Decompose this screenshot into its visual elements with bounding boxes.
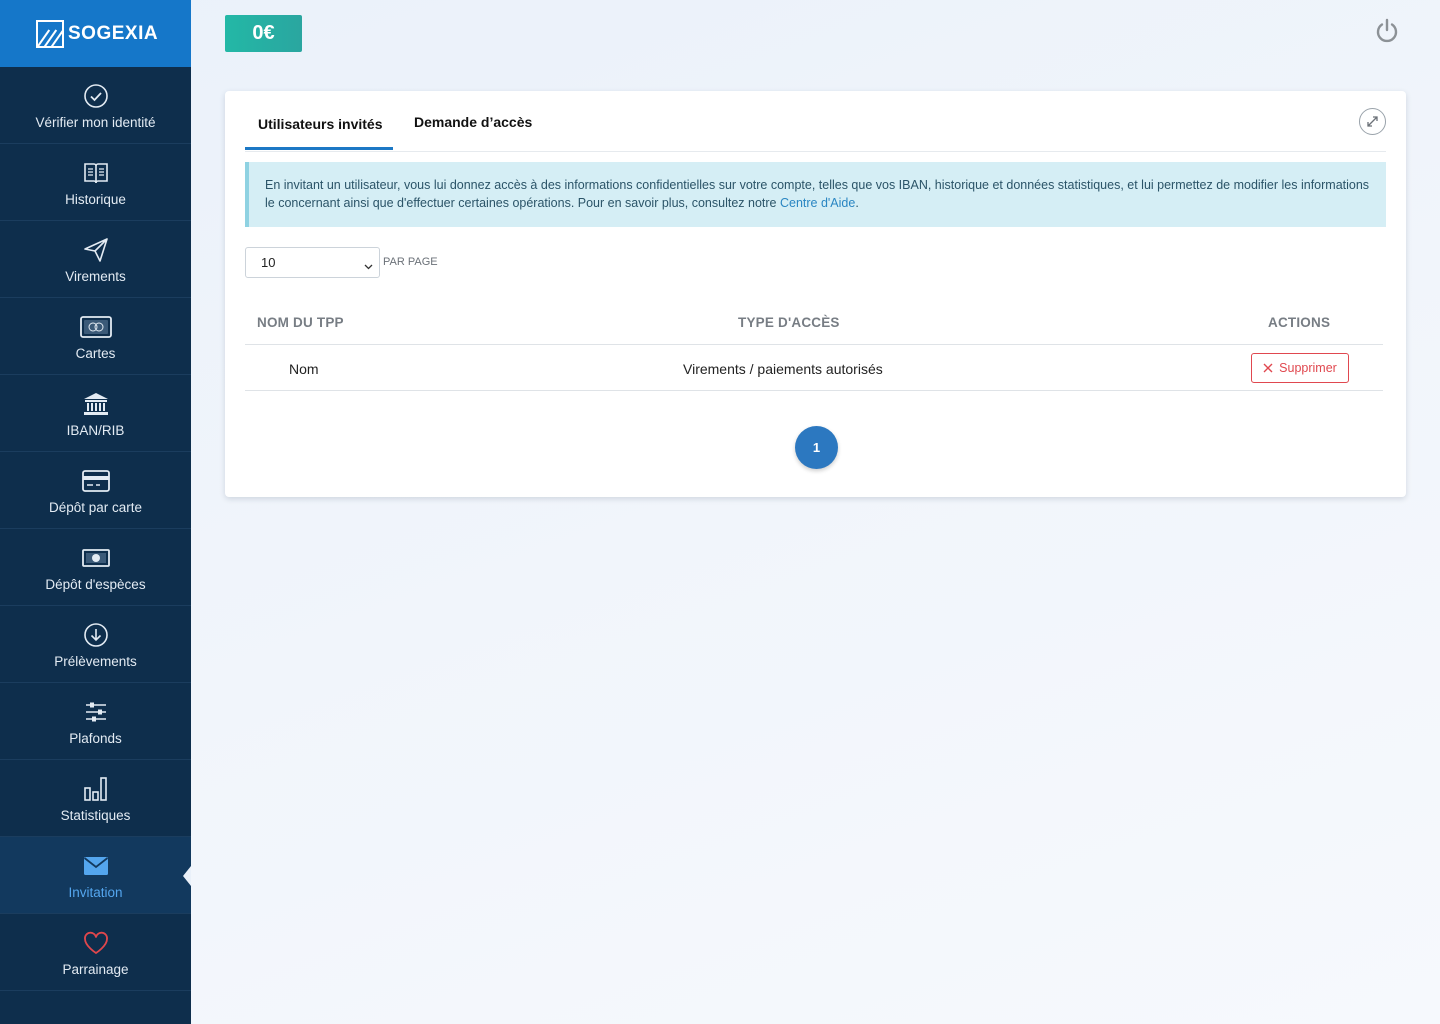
per-page-select[interactable]: 10 [245,247,380,278]
delete-label: Supprimer [1279,361,1337,375]
sidebar-item-label: Statistiques [60,807,131,823]
logo-mark-icon [36,19,64,48]
envelope-icon [83,851,109,881]
sidebar-item-label: Virements [65,268,126,284]
sidebar-item-historique[interactable]: Historique [0,144,191,221]
per-page-value: 10 [261,255,276,270]
tab-utilisateurs-invites[interactable]: Utilisateurs invités [258,116,383,132]
sidebar-item-label: Dépôt par carte [48,499,143,515]
power-icon[interactable] [1374,18,1400,44]
sidebar-item-depot-carte[interactable]: Dépôt par carte [0,452,191,529]
sidebar-item-label: Plafonds [69,730,122,746]
heart-icon [83,928,109,958]
sidebar-item-label: Historique [65,191,126,207]
tab-demande-acces[interactable]: Demande d’accès [414,114,532,130]
column-header-type-acces[interactable]: TYPE D'ACCÈS [738,315,840,330]
sidebar-item-parrainage[interactable]: Parrainage [0,914,191,991]
sidebar-item-label: Parrainage [62,961,129,977]
column-header-nom[interactable]: NOM DU TPP [257,315,344,330]
sliders-icon [84,697,108,727]
table-cell-access: Virements / paiements autorisés [683,361,883,377]
tabs: Utilisateurs invités Demande d’accès [245,91,1386,152]
cash-icon [81,543,110,573]
active-tab-indicator [245,147,393,150]
sidebar-item-label: Prélèvements [54,653,137,669]
balance-badge: 0€ [225,15,302,52]
sidebar-item-iban-rib[interactable]: IBAN/RIB [0,375,191,452]
delete-button[interactable]: Supprimer [1251,353,1349,383]
sidebar-item-virements[interactable]: Virements [0,221,191,298]
sidebar: SOGEXIA Vérifier mon identité Historique… [0,0,191,1024]
sidebar-item-label: Invitation [68,884,123,900]
sidebar-item-plafonds[interactable]: Plafonds [0,683,191,760]
invitations-card: Utilisateurs invités Demande d’accès En … [225,91,1406,497]
sidebar-item-label: Dépôt d'espèces [45,576,146,592]
per-page-label: PAR PAGE [383,256,438,268]
check-circle-icon [83,81,109,111]
sidebar-item-statistiques[interactable]: Statistiques [0,760,191,837]
paper-plane-icon [83,235,109,265]
close-icon [1263,363,1273,373]
sidebar-item-depot-especes[interactable]: Dépôt d'espèces [0,529,191,606]
sidebar-item-label: Cartes [75,345,116,361]
sidebar-item-prelevements[interactable]: Prélèvements [0,606,191,683]
info-alert: En invitant un utilisateur, vous lui don… [245,162,1386,227]
sidebar-item-verifier-identite[interactable]: Vérifier mon identité [0,67,191,144]
help-center-link[interactable]: Centre d'Aide [780,196,855,210]
alert-end: . [855,196,859,210]
column-header-actions: ACTIONS [1268,315,1331,330]
logo[interactable]: SOGEXIA [0,0,191,67]
chevron-down-icon [364,258,373,273]
card-deposit-icon [81,466,110,496]
expand-icon[interactable] [1359,108,1386,135]
credit-card-icon [79,312,112,342]
sidebar-item-cartes[interactable]: Cartes [0,298,191,375]
table-cell-name: Nom [289,361,319,377]
table-divider [245,344,1383,345]
bank-icon [82,389,110,419]
logo-text: SOGEXIA [68,22,159,44]
sidebar-item-label: IBAN/RIB [66,422,125,438]
table-divider [245,390,1383,391]
sidebar-item-label: Vérifier mon identité [35,114,156,130]
page-button[interactable]: 1 [795,426,838,469]
book-icon [83,158,109,188]
sidebar-item-invitation[interactable]: Invitation [0,837,191,914]
download-circle-icon [83,620,109,650]
bar-chart-icon [83,774,109,804]
